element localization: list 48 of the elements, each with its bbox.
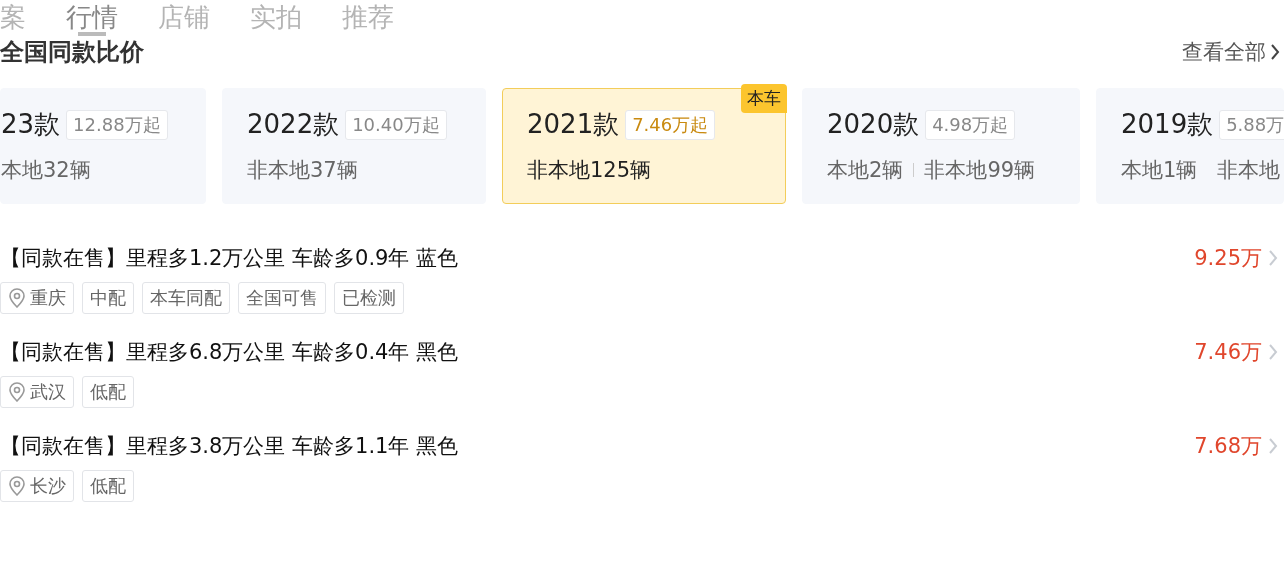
chevron-right-icon [1268, 343, 1278, 361]
location-tag: 重庆 [0, 282, 74, 314]
listing-count: 非本地125辆 [527, 157, 652, 184]
listing-title[interactable]: 【同款在售】里程多1.2万公里 车龄多0.9年 蓝色 [0, 244, 459, 272]
price-tag: 5.88万 [1219, 109, 1284, 140]
listing-price: 7.68万 [1194, 432, 1284, 460]
feature-tag: 低配 [82, 470, 134, 502]
feature-tag: 本车同配 [142, 282, 230, 314]
listing-title[interactable]: 【同款在售】里程多3.8万公里 车龄多1.1年 黑色 [0, 432, 459, 460]
model-year-card[interactable]: 23款 12.88万起 本地32辆 [0, 88, 206, 204]
current-car-badge: 本车 [741, 84, 787, 113]
listing-price: 7.46万 [1194, 338, 1284, 366]
location-tag: 武汉 [0, 376, 74, 408]
price-tag: 10.40万起 [345, 109, 447, 140]
view-all-link[interactable]: 查看全部 [1182, 38, 1284, 66]
listing-count: 非本地 [1217, 157, 1281, 184]
listing-title[interactable]: 【同款在售】里程多6.8万公里 车龄多0.4年 黑色 [0, 338, 459, 366]
listing-count: 本地1辆 [1121, 157, 1198, 184]
model-year: 2022款 [247, 108, 340, 141]
model-year-card[interactable]: 2019款 5.88万 本地1辆 非本地 [1096, 88, 1284, 204]
listing-count: 本地2辆 [827, 157, 904, 184]
location-tag: 长沙 [0, 470, 74, 502]
feature-tag: 低配 [82, 376, 134, 408]
price-tag: 7.46万起 [625, 109, 716, 140]
location-pin-icon [8, 476, 26, 496]
price-tag: 4.98万起 [925, 109, 1016, 140]
tab-indicator [78, 32, 106, 36]
listing-price: 9.25万 [1194, 244, 1284, 272]
chevron-right-icon [1270, 43, 1280, 61]
feature-tag: 全国可售 [238, 282, 326, 314]
section-title: 全国同款比价 [0, 37, 144, 68]
feature-tag: 中配 [82, 282, 134, 314]
listing-count: 非本地37辆 [247, 157, 358, 184]
chevron-right-icon [1268, 249, 1278, 267]
model-year: 23款 [1, 108, 61, 141]
tab[interactable]: 行情 [66, 2, 118, 32]
model-year-card[interactable]: 2022款 10.40万起 非本地37辆 [222, 88, 486, 204]
price-tag: 12.88万起 [66, 109, 168, 140]
model-year: 2021款 [527, 108, 620, 141]
model-year-card[interactable]: 2020款 4.98万起 本地2辆 非本地99辆 [802, 88, 1080, 204]
feature-tag: 已检测 [334, 282, 404, 314]
model-year: 2019款 [1121, 108, 1214, 141]
model-year: 2020款 [827, 108, 920, 141]
location-pin-icon [8, 288, 26, 308]
listing-count: 非本地99辆 [924, 157, 1036, 184]
listing-count: 本地32辆 [1, 157, 91, 184]
location-pin-icon [8, 382, 26, 402]
chevron-right-icon [1268, 437, 1278, 455]
